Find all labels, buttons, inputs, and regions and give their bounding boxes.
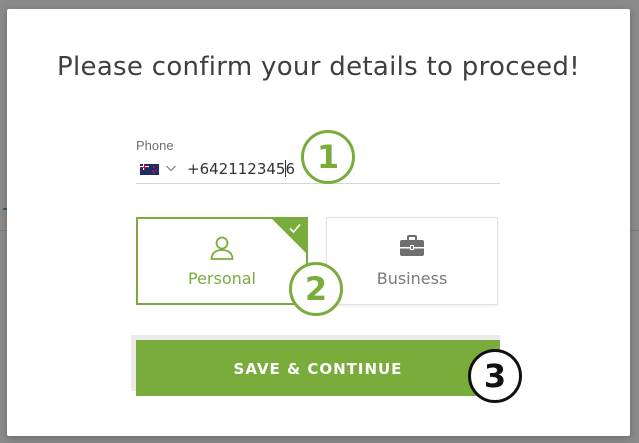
- account-type-business[interactable]: Business: [326, 217, 498, 305]
- modal-title: Please confirm your details to proceed!: [57, 52, 580, 82]
- briefcase-icon: [327, 233, 497, 261]
- check-icon: [289, 223, 301, 234]
- account-type-personal[interactable]: Personal: [136, 217, 308, 305]
- step-badge-1: 1: [301, 130, 355, 184]
- step-badge-2: 2: [289, 262, 343, 316]
- step-badge-3: 3: [468, 349, 522, 403]
- personal-label: Personal: [187, 269, 256, 288]
- save-and-continue-button[interactable]: SAVE & CONTINUE: [136, 340, 500, 396]
- chevron-down-icon[interactable]: [165, 162, 177, 174]
- phone-label: Phone: [136, 138, 174, 153]
- confirm-details-modal: Please confirm your details to proceed! …: [7, 9, 630, 436]
- person-icon: [138, 234, 306, 262]
- nz-flag-icon[interactable]: [140, 164, 159, 175]
- text-caret: [285, 160, 286, 177]
- business-label: Business: [376, 269, 448, 288]
